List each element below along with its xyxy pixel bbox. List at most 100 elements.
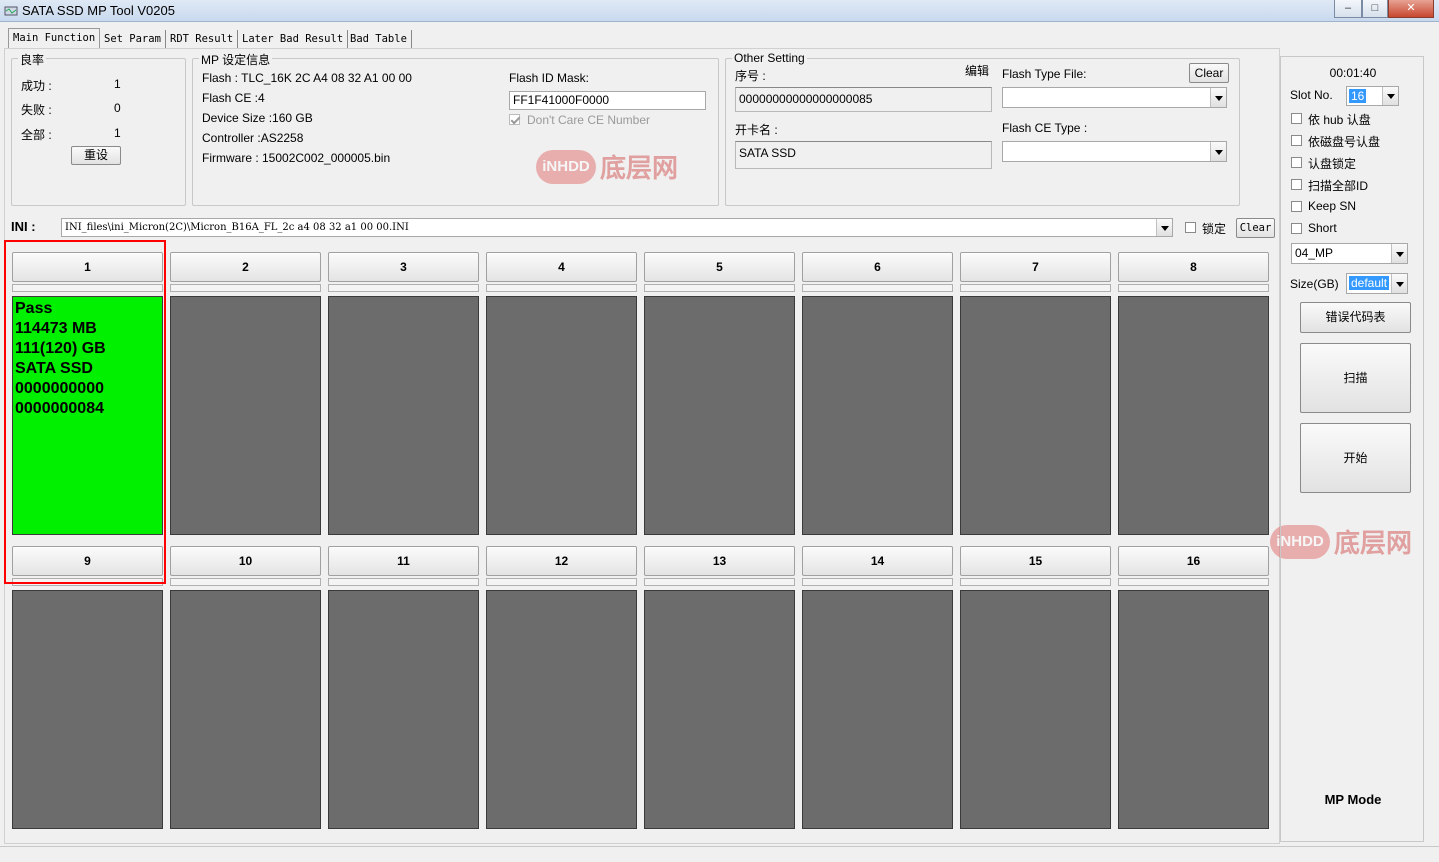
slot-1-highlight — [4, 240, 166, 584]
slot-header[interactable]: 2 — [170, 252, 321, 282]
slot-header[interactable]: 3 — [328, 252, 479, 282]
app-icon — [4, 6, 18, 16]
chevron-down-icon[interactable] — [1391, 274, 1407, 293]
slot-status-panel — [170, 590, 321, 829]
chevron-down-icon[interactable] — [1391, 244, 1407, 263]
slot-header[interactable]: 8 — [1118, 252, 1269, 282]
slot-status-panel — [644, 590, 795, 829]
option-checkbox[interactable] — [1291, 113, 1302, 124]
slot-progress-bar — [644, 284, 795, 292]
slot-progress-bar — [1118, 284, 1269, 292]
chevron-down-icon[interactable] — [1210, 88, 1226, 107]
flash-type-file-select[interactable] — [1002, 87, 1227, 108]
maximize-button[interactable]: □ — [1362, 0, 1388, 18]
slot-header[interactable]: 11 — [328, 546, 479, 576]
card-name-label: 开卡名 : — [735, 123, 778, 137]
slot-status-panel — [960, 296, 1111, 535]
slot-header[interactable]: 7 — [960, 252, 1111, 282]
slot-header[interactable]: 4 — [486, 252, 637, 282]
slot-status-panel — [328, 296, 479, 535]
slot-status-panel — [960, 590, 1111, 829]
edit-serial-button[interactable]: 编辑 — [962, 63, 992, 82]
ini-label: INI : — [11, 219, 36, 234]
ini-file-value: INI_files\ini_Micron(2C)\Micron_B16A_FL_… — [65, 222, 409, 233]
slot-header[interactable]: 5 — [644, 252, 795, 282]
slot-header[interactable]: 10 — [170, 546, 321, 576]
slot-no-value: 16 — [1349, 89, 1367, 103]
window-title: SATA SSD MP Tool V0205 — [22, 3, 175, 18]
slot-progress-bar — [486, 284, 637, 292]
serial-input[interactable]: 00000000000000000085 — [735, 87, 992, 112]
firmware-info: Firmware : 15002C002_000005.bin — [202, 151, 391, 165]
error-code-table-button[interactable]: 错误代码表 — [1300, 302, 1411, 333]
fail-count: 0 — [114, 101, 121, 115]
size-value: default — [1349, 276, 1390, 290]
right-control-panel: 00:01:40 Slot No. 16 依 hub 认盘 依磁盘号认盘 认盘锁定扫… — [1280, 56, 1424, 842]
fail-label: 失败 : — [21, 103, 52, 117]
slot-progress-bar — [1118, 578, 1269, 586]
watermark-badge: iNHDD — [536, 149, 596, 184]
option-checkbox[interactable] — [1291, 135, 1302, 146]
tab-later-bad-result[interactable]: Later Bad Result — [238, 30, 349, 49]
title-bar[interactable]: SATA SSD MP Tool V0205 – □ ✕ — [0, 0, 1439, 22]
option-label: Keep SN — [1308, 199, 1357, 213]
option-label: 依 hub 认盘 — [1308, 113, 1371, 127]
flash-type-clear-button[interactable]: Clear — [1189, 63, 1229, 83]
option-label: 认盘锁定 — [1308, 157, 1357, 171]
serial-label: 序号 : — [735, 69, 766, 83]
slot-status-panel — [1118, 590, 1269, 829]
minimize-button[interactable]: – — [1334, 0, 1362, 18]
flash-ce-type-select[interactable] — [1002, 141, 1227, 162]
success-count: 1 — [114, 77, 121, 91]
slot-status-panel — [12, 590, 163, 829]
ini-lock-checkbox[interactable] — [1185, 222, 1196, 233]
slot-status-panel — [802, 296, 953, 535]
slot-header[interactable]: 14 — [802, 546, 953, 576]
option-label: 依磁盘号认盘 — [1308, 135, 1381, 149]
dont-care-ce-checkbox[interactable] — [509, 114, 520, 125]
slot-no-select[interactable]: 16 — [1346, 86, 1399, 106]
slot-header[interactable]: 12 — [486, 546, 637, 576]
chevron-down-icon[interactable] — [1382, 87, 1398, 105]
slot-progress-bar — [328, 284, 479, 292]
slot-status-panel — [328, 590, 479, 829]
flash-type-file-label: Flash Type File: — [1002, 67, 1087, 81]
mode-select[interactable]: 04_MP — [1291, 243, 1408, 264]
watermark: iNHDD 底层网 — [536, 148, 678, 185]
ini-clear-button[interactable]: Clear — [1236, 218, 1275, 238]
slot-header[interactable]: 6 — [802, 252, 953, 282]
tab-main-function[interactable]: Main Function — [8, 28, 101, 49]
controller-info: Controller :AS2258 — [202, 131, 304, 145]
option-checkbox[interactable] — [1291, 157, 1302, 168]
reset-button[interactable]: 重设 — [71, 146, 121, 165]
other-setting-title: Other Setting — [732, 51, 807, 65]
device-size-info: Device Size :160 GB — [202, 111, 313, 125]
slot-header[interactable]: 16 — [1118, 546, 1269, 576]
close-button[interactable]: ✕ — [1388, 0, 1434, 18]
tab-rdt-result[interactable]: RDT Result — [166, 30, 239, 49]
mode-value: 04_MP — [1295, 246, 1334, 260]
option-label: Short — [1308, 221, 1337, 235]
option-checkbox[interactable] — [1291, 179, 1302, 190]
total-count: 1 — [114, 126, 121, 140]
flash-id-mask-label: Flash ID Mask: — [509, 71, 590, 85]
slot-header[interactable]: 15 — [960, 546, 1111, 576]
slot-progress-bar — [802, 578, 953, 586]
tab-bad-table[interactable]: Bad Table — [346, 30, 412, 49]
size-select[interactable]: default — [1346, 273, 1408, 294]
option-label: 扫描全部ID — [1308, 179, 1369, 193]
chevron-down-icon[interactable] — [1210, 142, 1226, 161]
ini-lock-label: 锁定 — [1202, 222, 1227, 236]
flash-id-mask-input[interactable]: FF1F41000F0000 — [509, 91, 706, 110]
start-button[interactable]: 开始 — [1300, 423, 1411, 493]
chevron-down-icon[interactable] — [1156, 219, 1172, 236]
slot-status-panel — [644, 296, 795, 535]
option-checkbox[interactable] — [1291, 201, 1302, 212]
option-checkbox[interactable] — [1291, 223, 1302, 234]
card-name-input[interactable]: SATA SSD — [735, 141, 992, 169]
scan-button[interactable]: 扫描 — [1300, 343, 1411, 413]
slot-header[interactable]: 13 — [644, 546, 795, 576]
slot-status-panel — [802, 590, 953, 829]
ini-file-select[interactable]: INI_files\ini_Micron(2C)\Micron_B16A_FL_… — [61, 218, 1173, 237]
tab-set-param[interactable]: Set Param — [100, 30, 166, 49]
